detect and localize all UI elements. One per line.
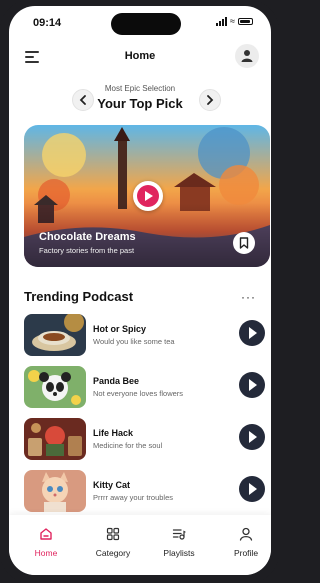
podcast-list: Hot or Spicy Would you like some tea Pan… [24, 314, 269, 522]
podcast-thumbnail [24, 418, 86, 460]
page-title: Home [124, 50, 156, 62]
chevron-right-icon [207, 95, 214, 105]
tab-home[interactable]: Home [16, 527, 76, 558]
featured-subtitle: Factory stories from the past [39, 246, 135, 255]
tab-label: Playlists [163, 548, 195, 558]
next-button[interactable] [199, 89, 221, 111]
podcast-item[interactable]: Hot or Spicy Would you like some tea [24, 314, 269, 366]
bookmark-button[interactable] [233, 232, 255, 254]
podcast-title: Kitty Cat [93, 480, 131, 490]
dynamic-island [111, 13, 181, 35]
tab-label: Profile [233, 548, 259, 558]
system-icons: ≈ [216, 17, 253, 26]
grid-icon [106, 527, 120, 541]
user-icon [241, 50, 253, 62]
play-button[interactable] [239, 372, 265, 398]
trending-header: Trending Podcast ··· [24, 288, 256, 306]
phone-frame: 09:14 ≈ Home Most Epic Selection Your To… [0, 0, 279, 583]
person-icon [239, 527, 253, 541]
tab-playlists[interactable]: Playlists [149, 527, 209, 558]
podcast-item[interactable]: Life Hack Medicine for the soul [24, 418, 269, 470]
chevron-left-icon [79, 95, 86, 105]
trending-title: Trending Podcast [24, 289, 134, 304]
tab-profile[interactable]: Profile [216, 527, 271, 558]
status-time: 09:14 [33, 17, 62, 29]
battery-icon [238, 18, 253, 25]
more-icon[interactable]: ··· [241, 290, 256, 304]
podcast-subtitle: Not everyone loves flowers [93, 389, 184, 398]
play-button[interactable] [239, 320, 265, 346]
tab-label: Home [34, 548, 58, 558]
top-pick-header: Most Epic Selection Your Top Pick [9, 84, 271, 120]
featured-play-button[interactable] [133, 181, 163, 211]
featured-card[interactable]: Chocolate Dreams Factory stories from th… [24, 125, 270, 267]
podcast-thumbnail [24, 470, 86, 512]
app-screen: 09:14 ≈ Home Most Epic Selection Your To… [9, 6, 271, 575]
play-icon [137, 185, 159, 207]
home-icon [40, 528, 52, 540]
podcast-subtitle: Prrrr away your troubles [93, 493, 174, 502]
top-pick-subtitle: Most Epic Selection [104, 84, 176, 93]
bottom-tab-bar: Home Category Playlists Profile [9, 515, 271, 575]
top-pick-title: Your Top Pick [97, 96, 183, 111]
playlist-icon [172, 529, 186, 540]
featured-title: Chocolate Dreams [39, 231, 136, 243]
play-button[interactable] [239, 424, 265, 450]
signal-icon [216, 17, 228, 26]
podcast-title: Panda Bee [93, 376, 140, 386]
podcast-item[interactable]: Panda Bee Not everyone loves flowers [24, 366, 269, 418]
top-bar: Home [9, 42, 271, 74]
tab-label: Category [95, 548, 131, 558]
podcast-subtitle: Would you like some tea [93, 337, 175, 346]
previous-button[interactable] [72, 89, 94, 111]
podcast-title: Hot or Spicy [93, 324, 147, 334]
podcast-thumbnail [24, 314, 86, 356]
bookmark-icon [239, 237, 249, 249]
profile-button[interactable] [235, 44, 259, 68]
podcast-subtitle: Medicine for the soul [93, 441, 163, 450]
podcast-title: Life Hack [93, 428, 134, 438]
podcast-thumbnail [24, 366, 86, 408]
wifi-icon: ≈ [230, 16, 235, 26]
status-bar: 09:14 ≈ [9, 6, 271, 36]
play-button[interactable] [239, 476, 265, 502]
tab-category[interactable]: Category [83, 527, 143, 558]
